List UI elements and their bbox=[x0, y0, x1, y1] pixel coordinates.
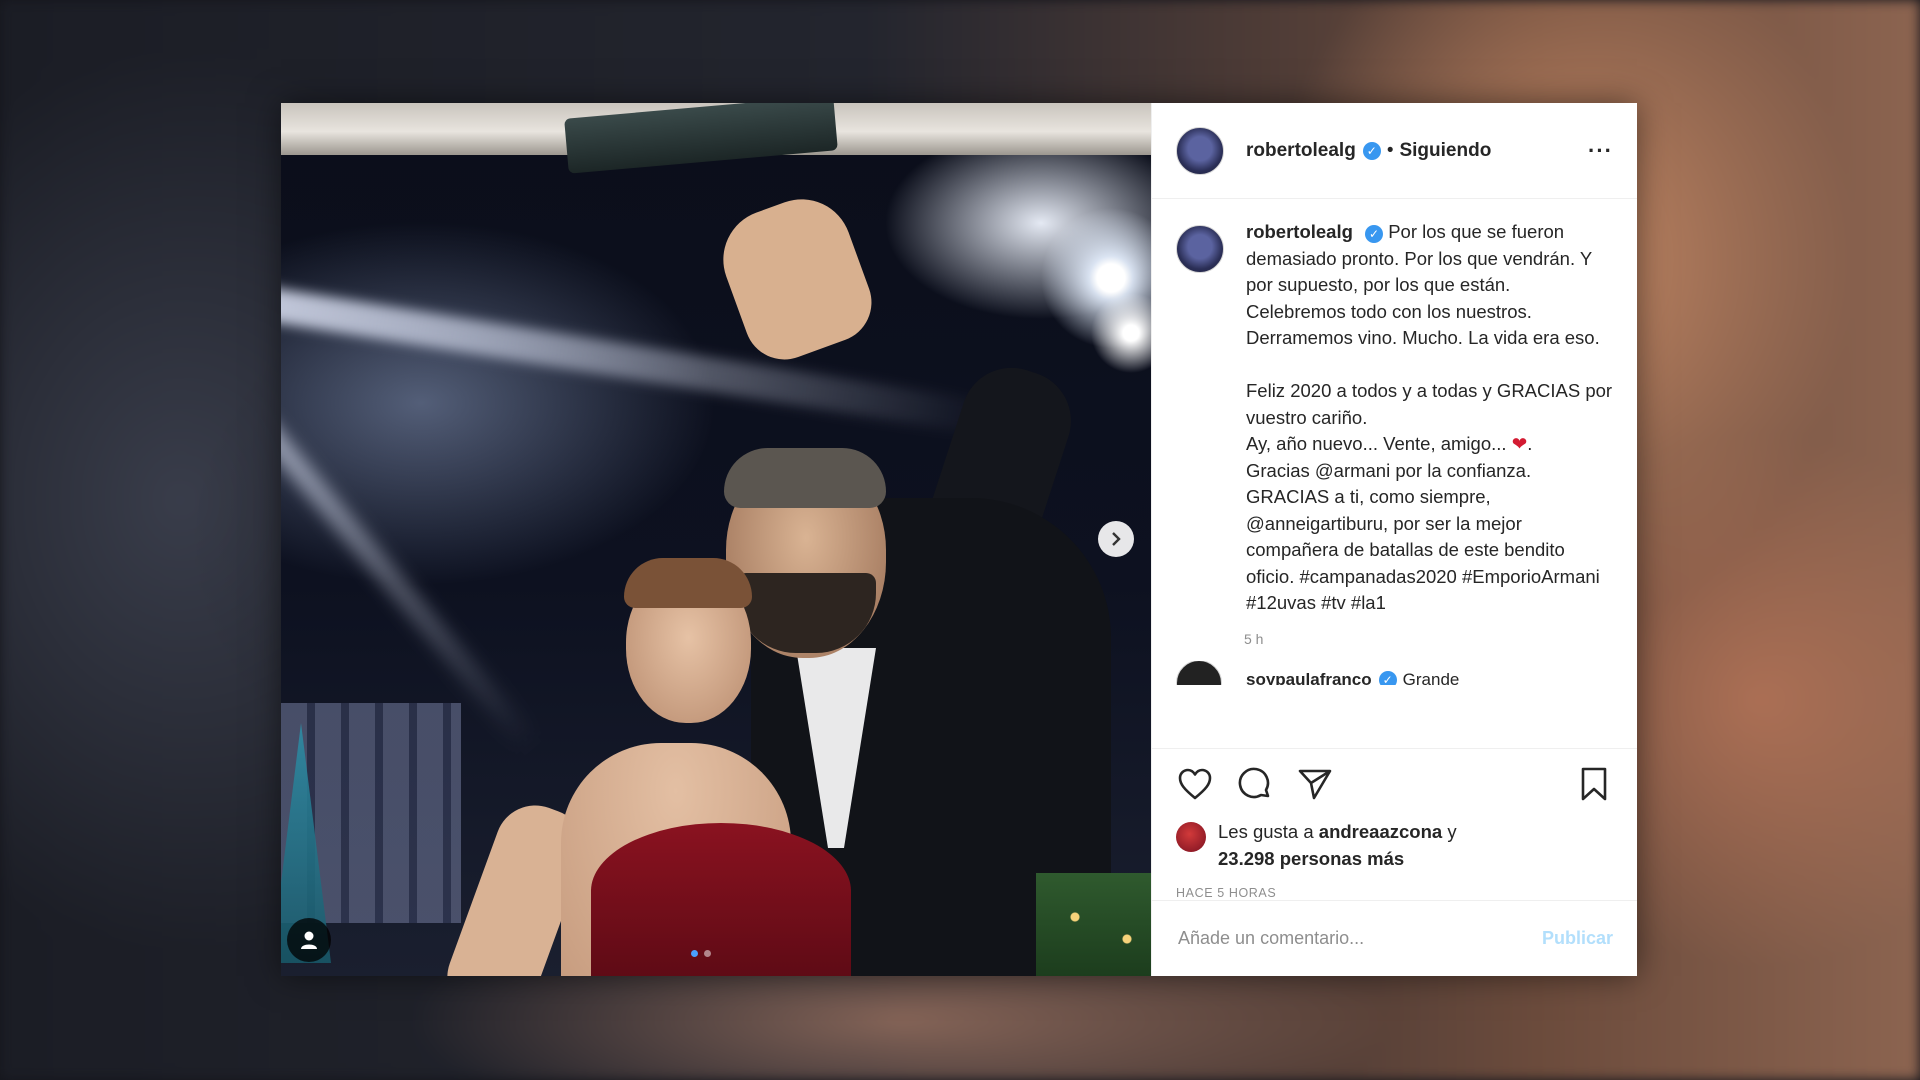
more-options-icon[interactable]: ··· bbox=[1588, 138, 1613, 164]
photo-man-hair bbox=[724, 448, 886, 508]
verified-badge-icon: ✓ bbox=[1362, 141, 1381, 160]
caption: robertolealg ✓ Por los que se fueron dem… bbox=[1176, 219, 1613, 617]
carousel-dot bbox=[704, 950, 711, 957]
photo-spotlight bbox=[1081, 283, 1151, 383]
liker-avatar[interactable] bbox=[1176, 822, 1206, 852]
author-username[interactable]: robertolealg bbox=[1246, 140, 1356, 162]
caption-author-avatar[interactable] bbox=[1176, 225, 1224, 273]
commenter-username[interactable]: soypaulafranco bbox=[1246, 670, 1372, 685]
verified-badge-icon: ✓ bbox=[1365, 225, 1384, 244]
carousel-dots bbox=[691, 950, 711, 957]
caption-timestamp: 5 h bbox=[1244, 630, 1264, 647]
liker-username[interactable]: andreaazcona bbox=[1319, 821, 1442, 842]
carousel-dot-active bbox=[691, 950, 698, 957]
heart-outline-icon[interactable] bbox=[1176, 765, 1214, 803]
likes-text: Les gusta a andreaazcona y 23.298 persona… bbox=[1218, 818, 1457, 872]
heart-emoji-icon: ❤ bbox=[1511, 433, 1528, 454]
caption-username[interactable]: robertolealg bbox=[1246, 221, 1353, 242]
action-bar bbox=[1152, 748, 1637, 818]
author-avatar[interactable] bbox=[1176, 126, 1224, 175]
post-time: HACE 5 HORAS bbox=[1176, 886, 1277, 900]
paper-plane-icon[interactable] bbox=[1296, 765, 1334, 803]
commenter-avatar[interactable] bbox=[1176, 660, 1222, 685]
comments-area[interactable]: robertolealg ✓ Por los que se fueron dem… bbox=[1152, 199, 1637, 748]
bookmark-icon[interactable] bbox=[1575, 765, 1613, 803]
add-comment-bar: Publicar bbox=[1152, 900, 1637, 976]
likes-connector: y bbox=[1442, 821, 1457, 842]
post-header: robertolealg ✓ • Siguiendo ··· bbox=[1152, 103, 1637, 199]
next-photo-button[interactable] bbox=[1098, 521, 1134, 557]
comment-input[interactable] bbox=[1176, 927, 1542, 950]
instagram-post: robertolealg ✓ • Siguiendo ··· robertole… bbox=[281, 103, 1637, 976]
likes-summary: Les gusta a andreaazcona y 23.298 persona… bbox=[1152, 818, 1637, 872]
publish-button[interactable]: Publicar bbox=[1542, 928, 1613, 949]
header-separator: • bbox=[1386, 139, 1394, 161]
user-icon bbox=[301, 931, 317, 949]
following-button[interactable]: Siguiendo bbox=[1399, 140, 1491, 162]
post-photo[interactable] bbox=[281, 103, 1151, 976]
comment-row: soypaulafranco ✓ Grande bbox=[1176, 660, 1613, 685]
tagged-users-button[interactable] bbox=[287, 918, 331, 962]
photo-red-dress bbox=[591, 823, 851, 976]
comment-text: Grande bbox=[1402, 669, 1460, 685]
comment-bubble-icon[interactable] bbox=[1236, 765, 1274, 803]
photo-decorations bbox=[1036, 873, 1151, 976]
likes-count[interactable]: 23.298 personas más bbox=[1218, 848, 1404, 869]
caption-body-end: . Gracias @armani por la confianza. GRAC… bbox=[1246, 433, 1600, 613]
verified-badge-icon: ✓ bbox=[1378, 670, 1397, 685]
chevron-right-icon bbox=[1112, 532, 1121, 546]
post-side-panel: robertolealg ✓ • Siguiendo ··· robertole… bbox=[1151, 103, 1637, 976]
photo-woman-hair bbox=[624, 558, 752, 608]
caption-text: robertolealg ✓ Por los que se fueron dem… bbox=[1246, 219, 1613, 617]
likes-prefix: Les gusta a bbox=[1218, 821, 1319, 842]
caption-body: Por los que se fueron demasiado pronto. … bbox=[1246, 221, 1613, 454]
